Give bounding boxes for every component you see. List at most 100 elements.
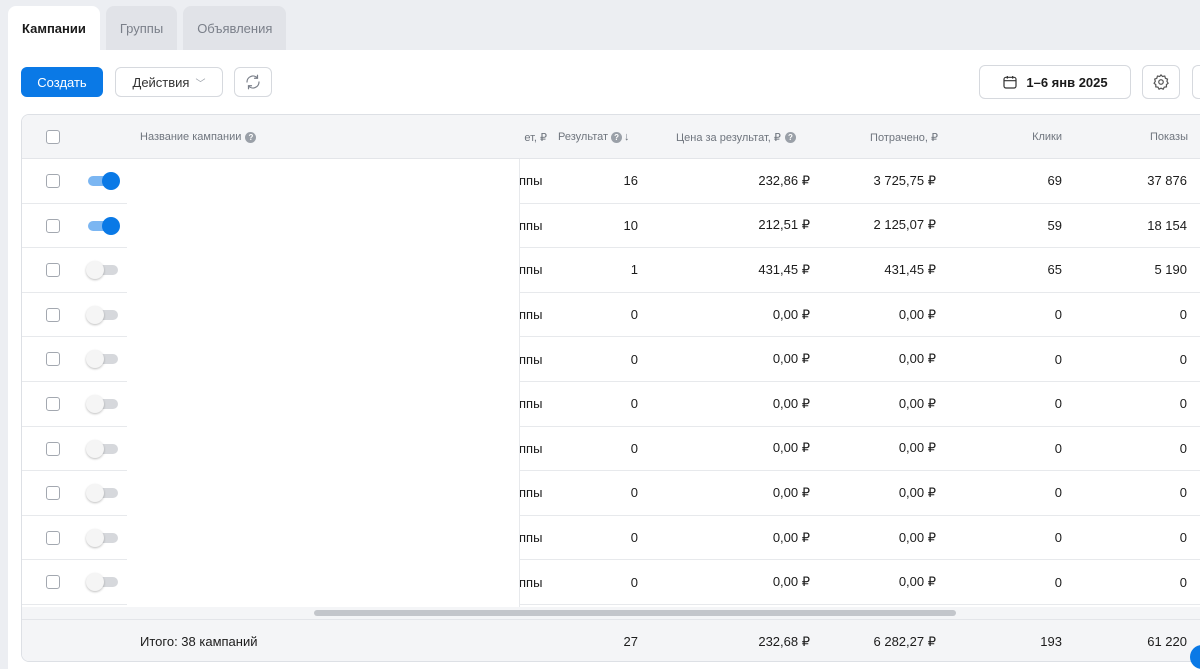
create-button[interactable]: Создать [21, 67, 103, 97]
campaign-toggle[interactable] [86, 305, 118, 324]
cell-spent: 3 725,75 ₽ [873, 172, 937, 188]
column-result-header[interactable]: Результат ? ↓ [558, 115, 630, 159]
question-icon[interactable]: ? [784, 131, 796, 143]
date-range-picker[interactable]: 1–6 янв 2025 [979, 65, 1131, 99]
cell-clicks: 65 [1047, 262, 1062, 278]
toggle-knob [86, 528, 104, 547]
cell-clicks: 0 [1054, 307, 1062, 323]
cell-result: 0 [630, 530, 638, 546]
row-checkbox[interactable] [46, 530, 60, 545]
toggle-knob [86, 439, 104, 458]
tab-campaigns[interactable]: Кампании [8, 6, 100, 50]
cell-cost-per-result: 0,00 ₽ [772, 306, 810, 322]
question-icon[interactable]: ? [611, 131, 623, 143]
totals-label: Итого: 38 кампаний [140, 634, 258, 649]
tab-groups[interactable]: Группы [105, 6, 178, 50]
cell-impressions: 0 [1179, 396, 1187, 412]
refresh-button[interactable] [234, 67, 272, 97]
question-icon[interactable]: ? [245, 131, 257, 143]
campaign-toggle[interactable] [86, 439, 118, 458]
cell-result: 0 [630, 440, 638, 456]
cell-type-partial: ппы [519, 351, 543, 367]
cell-spent: 0,00 ₽ [898, 574, 936, 590]
cell-spent: 0,00 ₽ [898, 484, 936, 500]
cell-result: 0 [630, 351, 638, 367]
scrollbar-thumb[interactable] [314, 610, 956, 616]
cell-result: 0 [630, 396, 638, 412]
cell-impressions: 0 [1179, 307, 1187, 323]
row-checkbox[interactable] [46, 486, 60, 501]
cell-result: 10 [623, 217, 638, 233]
cell-result: 1 [630, 262, 638, 278]
column-budget-header[interactable]: ет, ₽ [510, 115, 547, 159]
row-checkbox[interactable] [46, 352, 60, 367]
row-checkbox[interactable] [46, 218, 60, 233]
calendar-icon [1003, 76, 1017, 89]
row-checkbox[interactable] [46, 441, 60, 456]
row-checkbox[interactable] [46, 263, 60, 278]
cell-clicks: 0 [1054, 440, 1062, 456]
column-spent-header[interactable]: Потрачено, ₽ [822, 115, 938, 159]
cell-clicks: 59 [1047, 217, 1062, 233]
campaign-name-column [127, 159, 520, 609]
campaigns-panel: Создать Действия ﹀ 1–6 янв 2025 Название… [8, 50, 1200, 669]
refresh-icon [246, 74, 260, 90]
campaign-toggle[interactable] [88, 172, 120, 190]
select-all-checkbox[interactable] [46, 130, 60, 144]
cell-type-partial: ппы [519, 485, 543, 501]
cell-type-partial: ппы [519, 262, 543, 278]
cell-impressions: 0 [1179, 351, 1187, 367]
cell-type-partial: ппы [519, 530, 543, 546]
row-checkbox[interactable] [46, 307, 60, 322]
toggle-knob [86, 350, 104, 369]
toolbar: Создать Действия ﹀ 1–6 янв 2025 [8, 50, 1200, 114]
cell-result: 16 [623, 173, 638, 189]
cell-spent: 2 125,07 ₽ [873, 217, 937, 233]
actions-dropdown[interactable]: Действия ﹀ [115, 67, 223, 97]
toggle-knob [86, 261, 104, 280]
horizontal-scrollbar[interactable] [22, 607, 1200, 619]
cell-clicks: 0 [1054, 351, 1062, 367]
cell-impressions: 0 [1179, 530, 1187, 546]
campaign-toggle[interactable] [86, 484, 118, 503]
table-header: Название кампании ? ет, ₽ Результат ? ↓ … [22, 115, 1200, 159]
cell-type-partial: ппы [519, 217, 543, 233]
tab-ads[interactable]: Объявления [183, 6, 287, 50]
column-impressions-label: Показы [1149, 131, 1188, 143]
campaign-toggle[interactable] [86, 261, 118, 280]
campaign-toggle[interactable] [86, 350, 118, 369]
toggle-knob [102, 172, 120, 190]
cell-clicks: 0 [1054, 530, 1062, 546]
date-range-label: 1–6 янв 2025 [1026, 74, 1108, 90]
cell-impressions: 18 154 [1147, 217, 1187, 233]
toggle-knob [86, 305, 104, 324]
arrow-down-icon[interactable]: ↓ [624, 131, 630, 143]
row-checkbox[interactable] [46, 397, 60, 411]
column-name-header[interactable]: Название кампании ? [140, 115, 257, 159]
more-button[interactable] [1192, 65, 1200, 99]
campaign-toggle[interactable] [88, 216, 120, 235]
cell-cost-per-result: 232,86 ₽ [758, 172, 810, 188]
column-cost-header[interactable]: Цена за результат, ₽ ? [676, 115, 796, 159]
cell-spent: 0,00 ₽ [898, 351, 936, 367]
totals-clicks: 193 [1040, 634, 1062, 649]
cell-spent: 0,00 ₽ [898, 306, 936, 322]
campaign-toggle[interactable] [86, 528, 118, 547]
cell-type-partial: ппы [519, 440, 543, 456]
column-impressions-header[interactable]: Показы [1102, 115, 1188, 159]
row-checkbox[interactable] [46, 174, 60, 188]
campaign-toggle[interactable] [86, 395, 118, 413]
column-cost-label: Цена за результат, ₽ [676, 131, 781, 144]
cell-spent: 0,00 ₽ [898, 395, 936, 411]
table-footer: Итого: 38 кампаний 27 232,68 ₽ 6 282,27 … [22, 619, 1200, 661]
settings-button[interactable] [1142, 65, 1180, 99]
row-checkbox[interactable] [46, 575, 60, 590]
column-result-label: Результат [558, 131, 609, 143]
column-clicks-header[interactable]: Клики [982, 115, 1062, 159]
campaign-toggle[interactable] [86, 573, 118, 592]
cell-clicks: 69 [1047, 173, 1062, 189]
cell-impressions: 5 190 [1154, 262, 1187, 278]
toggle-knob [86, 573, 104, 592]
cell-cost-per-result: 212,51 ₽ [758, 217, 810, 233]
gear-icon [1153, 73, 1169, 91]
